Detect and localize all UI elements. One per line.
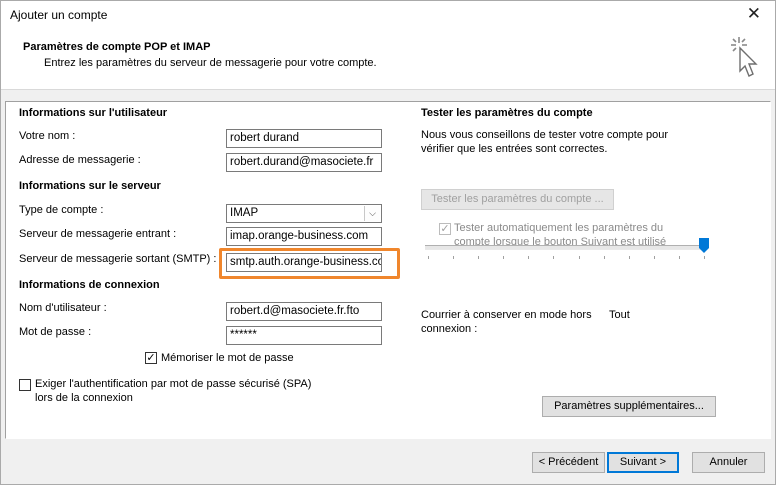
- spa-label-line2[interactable]: lors de la connexion: [35, 392, 133, 404]
- password-field[interactable]: ******: [226, 326, 382, 345]
- incoming-server-label: Serveur de messagerie entrant :: [19, 228, 177, 240]
- offline-mail-label-line1: Courrier à conserver en mode hors: [421, 309, 592, 321]
- email-label: Adresse de messagerie :: [19, 154, 141, 166]
- cancel-button[interactable]: Annuler: [692, 452, 765, 473]
- slider-tick: [579, 256, 580, 259]
- more-settings-button[interactable]: Paramètres supplémentaires...: [542, 396, 716, 417]
- account-type-label: Type de compte :: [19, 204, 104, 216]
- next-button[interactable]: Suivant >: [607, 452, 679, 473]
- test-settings-heading: Tester les paramètres du compte: [421, 107, 593, 119]
- slider-tick: [654, 256, 655, 259]
- username-label: Nom d'utilisateur :: [19, 302, 107, 314]
- incoming-server-field[interactable]: imap.orange-business.com: [226, 227, 382, 246]
- add-account-dialog: Ajouter un compte ✕ Paramètres de compte…: [0, 0, 776, 485]
- name-field[interactable]: robert durand: [226, 129, 382, 148]
- outgoing-server-field[interactable]: smtp.auth.orange-business.co: [226, 253, 382, 272]
- slider-tick: [629, 256, 630, 259]
- offline-mail-value: Tout: [609, 309, 630, 321]
- user-info-heading: Informations sur l'utilisateur: [19, 107, 168, 119]
- chevron-down-icon[interactable]: ⌵: [364, 206, 380, 221]
- slider-tick: [503, 256, 504, 259]
- page-subtitle: Entrez les paramètres du serveur de mess…: [44, 57, 377, 69]
- remember-password-checkbox[interactable]: ✓: [145, 352, 157, 364]
- slider-tick: [604, 256, 605, 259]
- test-description-line2: vérifier que les entrées sont correctes.: [421, 143, 608, 155]
- slider-tick: [528, 256, 529, 259]
- close-icon[interactable]: ✕: [747, 4, 761, 24]
- remember-password-label[interactable]: Mémoriser le mot de passe: [161, 352, 294, 364]
- account-type-value: IMAP: [230, 207, 259, 219]
- server-info-heading: Informations sur le serveur: [19, 180, 161, 192]
- slider-tick: [478, 256, 479, 259]
- offline-mail-slider-track[interactable]: [425, 245, 705, 250]
- dialog-header: Paramètres de compte POP et IMAP Entrez …: [1, 29, 775, 90]
- back-button[interactable]: < Précédent: [532, 452, 605, 473]
- name-label: Votre nom :: [19, 130, 76, 142]
- spa-checkbox[interactable]: [19, 379, 31, 391]
- auto-test-label-line1: Tester automatiquement les paramètres du: [454, 222, 664, 234]
- email-field[interactable]: robert.durand@masociete.fr: [226, 153, 382, 172]
- slider-tick: [428, 256, 429, 259]
- slider-tick: [679, 256, 680, 259]
- slider-tick: [704, 256, 705, 259]
- test-description-line1: Nous vous conseillons de tester votre co…: [421, 129, 669, 141]
- auto-test-checkbox[interactable]: ✓: [439, 223, 451, 235]
- username-field[interactable]: robert.d@masociete.fr.fto: [226, 302, 382, 321]
- login-info-heading: Informations de connexion: [19, 279, 160, 291]
- account-type-select[interactable]: IMAP ⌵: [226, 204, 382, 223]
- cursor-click-icon: [731, 37, 758, 77]
- page-title: Paramètres de compte POP et IMAP: [23, 41, 211, 53]
- settings-panel: Informations sur l'utilisateur Votre nom…: [5, 101, 771, 439]
- outgoing-server-label: Serveur de messagerie sortant (SMTP) :: [19, 253, 217, 265]
- offline-mail-label-line2: connexion :: [421, 323, 478, 335]
- offline-mail-slider-thumb[interactable]: [699, 238, 709, 253]
- spa-label-line1[interactable]: Exiger l'authentification par mot de pas…: [35, 378, 311, 390]
- title-bar: Ajouter un compte ✕: [1, 1, 775, 29]
- test-account-button[interactable]: Tester les paramètres du compte ...: [421, 189, 614, 210]
- password-label: Mot de passe :: [19, 326, 92, 338]
- slider-tick: [453, 256, 454, 259]
- window-title: Ajouter un compte: [10, 8, 108, 22]
- slider-tick: [553, 256, 554, 259]
